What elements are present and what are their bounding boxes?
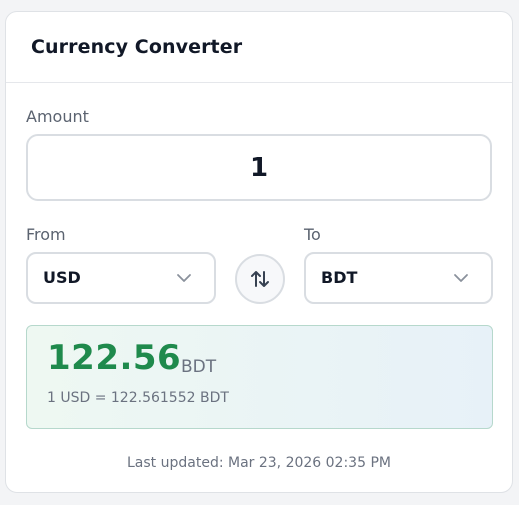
swap-currencies-button[interactable] [235, 254, 285, 304]
result-amount: 122.56 [47, 338, 182, 378]
result-currency: BDT [181, 357, 217, 377]
chevron-down-icon [177, 274, 191, 282]
conversion-result-panel: 122.56 BDT 1 USD = 122.561552 BDT [26, 325, 493, 429]
converter-card: Currency Converter Amount From USD To BD… [5, 11, 513, 493]
from-label: From [26, 225, 66, 244]
exchange-rate-text: 1 USD = 122.561552 BDT [47, 390, 229, 406]
from-currency-value: USD [43, 268, 81, 287]
card-header: Currency Converter [6, 12, 512, 83]
amount-label: Amount [26, 107, 89, 126]
from-currency-select[interactable]: USD [26, 252, 216, 304]
page-title: Currency Converter [31, 36, 243, 58]
swap-arrows-icon [251, 271, 269, 287]
to-currency-select[interactable]: BDT [304, 252, 493, 304]
chevron-down-icon [454, 274, 468, 282]
amount-input[interactable] [26, 134, 492, 201]
last-updated-text: Last updated: Mar 23, 2026 02:35 PM [127, 455, 391, 471]
to-label: To [304, 225, 321, 244]
to-currency-value: BDT [321, 268, 358, 287]
